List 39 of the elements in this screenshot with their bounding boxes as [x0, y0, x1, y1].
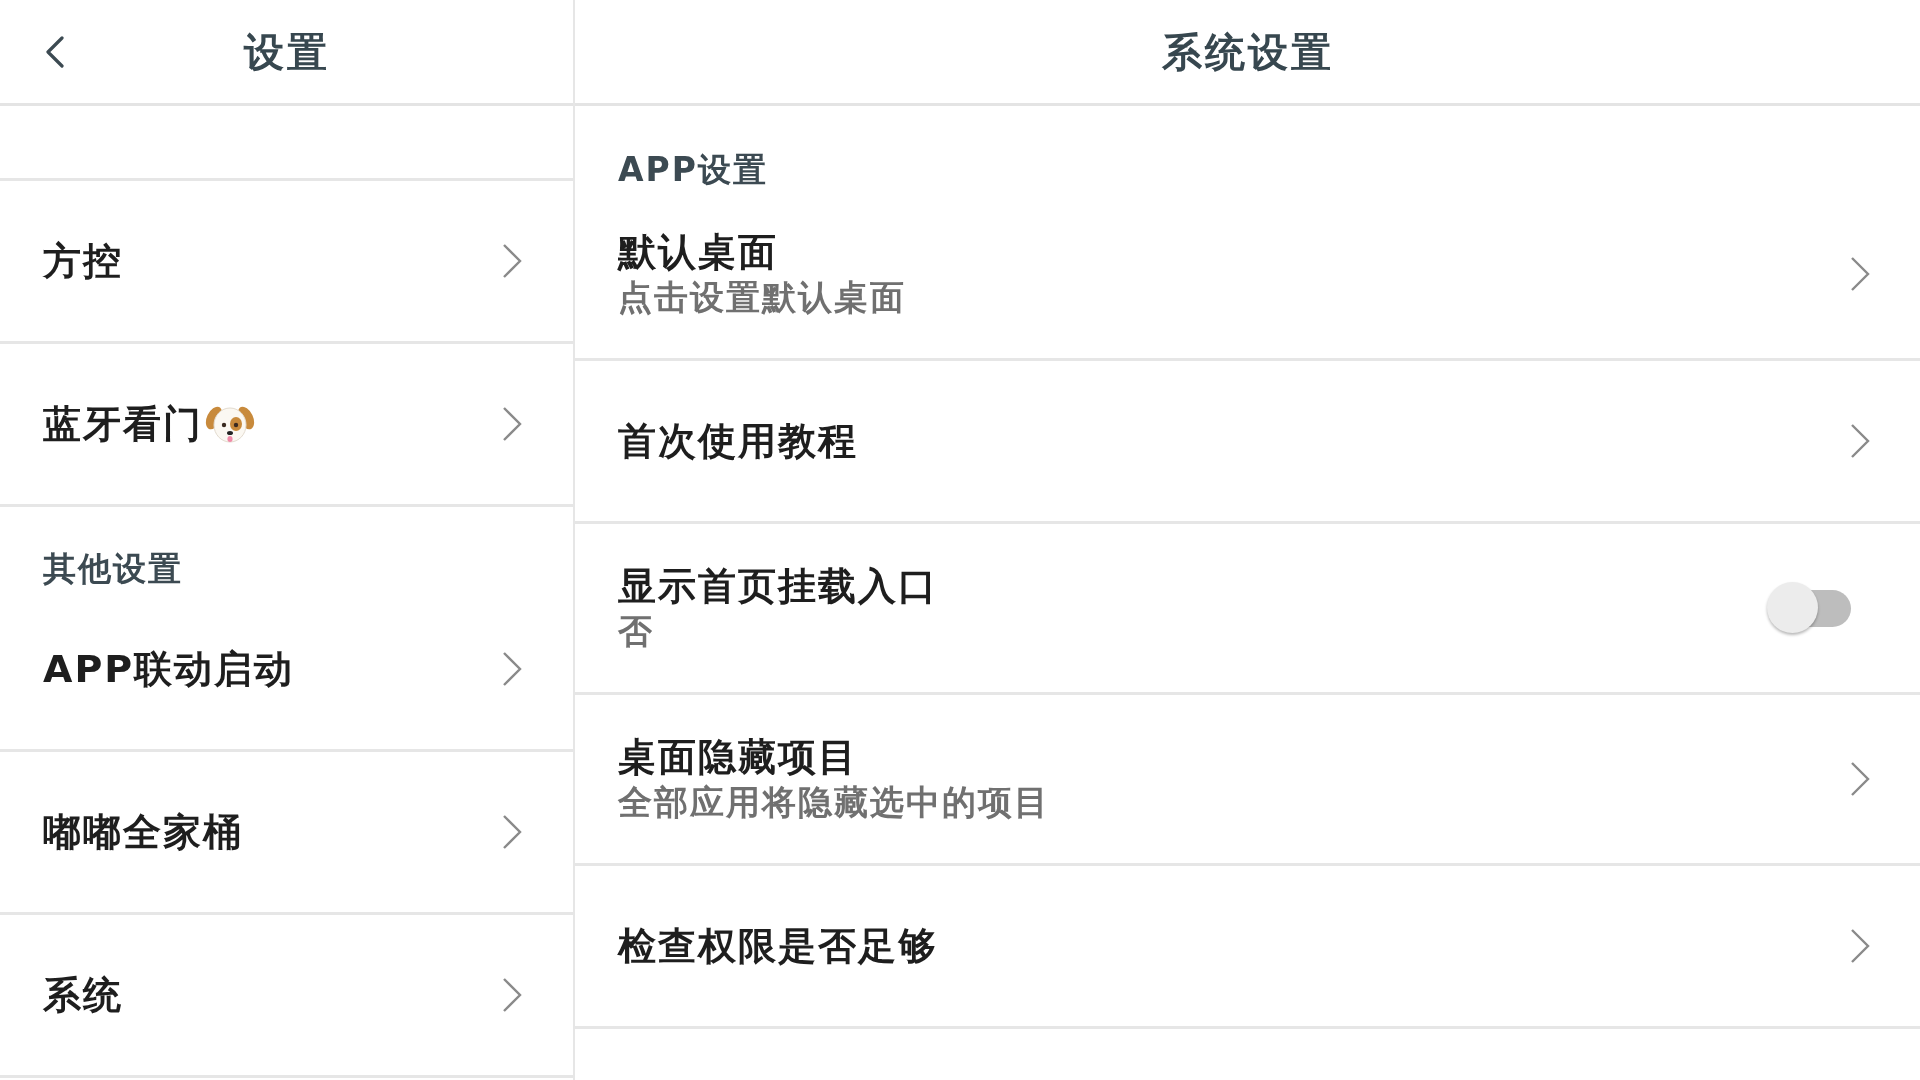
header-title: 设置	[243, 27, 330, 76]
back-button[interactable]	[45, 35, 65, 68]
settings-row[interactable]: 嘟嘟全家桶	[0, 752, 573, 915]
settings-row[interactable]: 检查权限是否足够	[575, 866, 1920, 1029]
item-label: 方控	[43, 238, 123, 284]
chevron-right-icon	[502, 243, 522, 279]
item-subtitle: 否	[618, 610, 654, 653]
item-label: APP联动启动	[43, 646, 295, 692]
item-subtitle: 点击设置默认桌面	[618, 276, 906, 319]
toggle-switch[interactable]	[1767, 581, 1851, 635]
chevron-right-icon	[502, 814, 522, 850]
settings-row[interactable]: 显示首页挂载入口 否	[575, 524, 1920, 695]
item-subtitle: 全部应用将隐藏选中的项目	[618, 781, 1050, 824]
section-heading: 其他设置	[42, 548, 184, 589]
settings-row[interactable]: 蓝牙看门	[0, 344, 573, 507]
settings-row[interactable]: 方控	[0, 181, 573, 344]
settings-row[interactable]: 首次使用教程	[575, 361, 1920, 524]
item-title: 默认桌面	[618, 229, 778, 275]
chevron-right-icon	[1850, 928, 1870, 964]
settings-row[interactable]: 系统	[0, 915, 573, 1078]
back-icon	[45, 35, 65, 68]
chevron-right-icon	[1850, 256, 1870, 292]
chevron-right-icon	[502, 406, 522, 442]
item-title: 显示首页挂载入口	[618, 563, 938, 609]
settings-row[interactable]: APP联动启动	[0, 589, 573, 752]
settings-row[interactable]: 默认桌面 点击设置默认桌面	[575, 190, 1920, 361]
chevron-right-icon	[1850, 423, 1870, 459]
item-title: 桌面隐藏项目	[618, 734, 858, 780]
chevron-right-icon	[502, 651, 522, 687]
item-label: 嘟嘟全家桶	[43, 809, 243, 855]
settings-row[interactable]: 桌面隐藏项目 全部应用将隐藏选中的项目	[575, 695, 1920, 866]
item-label: 蓝牙看门	[43, 401, 203, 447]
chevron-right-icon	[1850, 761, 1870, 797]
chevron-right-icon	[502, 977, 522, 1013]
item-title: 检查权限是否足够	[618, 923, 938, 969]
item-label: 系统	[43, 972, 123, 1018]
item-title: 首次使用教程	[618, 418, 858, 464]
header-title: 系统设置	[1161, 27, 1334, 76]
section-heading: APP设置	[617, 149, 769, 190]
